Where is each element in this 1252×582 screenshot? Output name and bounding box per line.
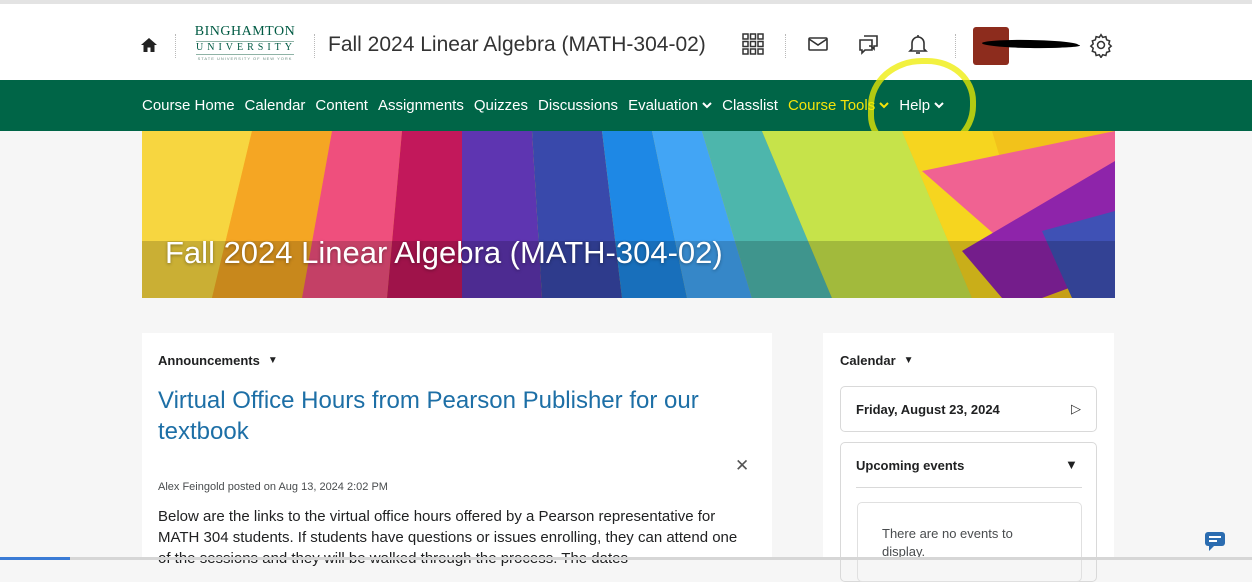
divider bbox=[785, 34, 786, 58]
chevron-down-icon: ▼ bbox=[903, 355, 914, 366]
calendar-widget: Calendar ▼ Friday, August 23, 2024 ▷ Upc… bbox=[823, 333, 1114, 582]
course-banner: Fall 2024 Linear Algebra (MATH-304-02) bbox=[142, 131, 1115, 298]
widget-title-text: Announcements bbox=[158, 353, 260, 368]
nav-item-label: Assignments bbox=[377, 97, 464, 114]
upcoming-events-label: Upcoming events bbox=[856, 458, 965, 473]
nav-item-content[interactable]: Content bbox=[315, 97, 368, 114]
nav-item-course-home[interactable]: Course Home bbox=[142, 97, 235, 114]
nav-item-label: Quizzes bbox=[473, 97, 529, 114]
announcements-widget: Announcements ▼ Virtual Office Hours fro… bbox=[142, 333, 772, 567]
logo-line2: UNIVERSITY bbox=[196, 41, 296, 55]
date-selector[interactable]: Friday, August 23, 2024 ▷ bbox=[840, 386, 1097, 432]
mail-icon[interactable] bbox=[806, 32, 832, 58]
chevron-down-icon: ▼ bbox=[267, 355, 278, 366]
logo-line3: STATE UNIVERSITY OF NEW YORK bbox=[197, 56, 293, 61]
university-logo[interactable]: BINGHAMTON UNIVERSITY STATE UNIVERSITY O… bbox=[190, 24, 300, 66]
nav-item-discussions[interactable]: Discussions bbox=[538, 97, 618, 114]
nav-item-label: Course Tools bbox=[787, 97, 876, 114]
bell-icon[interactable] bbox=[906, 32, 932, 58]
divider bbox=[175, 34, 176, 58]
chat-icon[interactable] bbox=[857, 32, 883, 58]
nav-item-calendar[interactable]: Calendar bbox=[245, 97, 306, 114]
announcement-meta: Alex Feingold posted on Aug 13, 2024 2:0… bbox=[158, 481, 388, 493]
course-title-link[interactable]: Fall 2024 Linear Algebra (MATH-304-02) bbox=[328, 33, 706, 57]
nav-item-classlist[interactable]: Classlist bbox=[722, 97, 778, 114]
divider bbox=[955, 34, 956, 58]
chat-support-icon[interactable] bbox=[1203, 530, 1227, 552]
home-icon[interactable] bbox=[138, 34, 160, 56]
chevron-down-icon bbox=[879, 100, 889, 112]
announcements-widget-title[interactable]: Announcements ▼ bbox=[158, 353, 278, 368]
nav-item-label: Content bbox=[315, 97, 368, 114]
redaction-mark bbox=[1000, 43, 1080, 48]
nav-item-label: Calendar bbox=[244, 97, 306, 114]
logo-line1: BINGHAMTON bbox=[194, 24, 296, 39]
upcoming-events-panel: Upcoming events ▼ There are no events to… bbox=[840, 442, 1097, 582]
course-navbar: Course Home Calendar Content Assignments Qui… bbox=[0, 80, 1252, 131]
empty-events-text: There are no events to display. bbox=[882, 526, 1013, 559]
chevron-down-icon bbox=[702, 100, 712, 112]
gear-icon[interactable] bbox=[1088, 32, 1114, 59]
nav-item-assignments[interactable]: Assignments bbox=[378, 97, 464, 114]
announcement-heading[interactable]: Virtual Office Hours from Pearson Publis… bbox=[158, 385, 748, 447]
nav-item-quizzes[interactable]: Quizzes bbox=[474, 97, 528, 114]
banner-image bbox=[142, 131, 1115, 298]
nav-list: Course Home Calendar Content Assignments Qui… bbox=[142, 80, 954, 131]
widget-title-text: Calendar bbox=[840, 353, 896, 368]
nav-item-label: Course Home bbox=[142, 97, 235, 114]
current-date: Friday, August 23, 2024 bbox=[856, 402, 1000, 417]
divider bbox=[314, 34, 315, 58]
nav-item-course-tools[interactable]: Course Tools bbox=[788, 97, 889, 114]
banner-title: Fall 2024 Linear Algebra (MATH-304-02) bbox=[165, 235, 723, 270]
nav-item-label: Classlist bbox=[722, 97, 778, 114]
nav-item-label: Discussions bbox=[538, 97, 619, 114]
nav-item-label: Help bbox=[899, 97, 931, 114]
top-header: BINGHAMTON UNIVERSITY STATE UNIVERSITY O… bbox=[0, 0, 1252, 80]
nav-item-evaluation[interactable]: Evaluation bbox=[628, 97, 712, 114]
empty-events-box: There are no events to display. bbox=[857, 502, 1082, 582]
nav-item-label: Evaluation bbox=[628, 97, 699, 114]
caret-down-icon[interactable]: ▼ bbox=[1065, 457, 1078, 472]
close-icon[interactable]: ✕ bbox=[735, 456, 749, 476]
nav-item-help[interactable]: Help bbox=[899, 97, 944, 114]
divider bbox=[856, 487, 1082, 488]
next-arrow-icon[interactable]: ▷ bbox=[1071, 401, 1081, 417]
chevron-down-icon bbox=[934, 100, 944, 112]
calendar-widget-title[interactable]: Calendar ▼ bbox=[840, 353, 914, 368]
waffle-icon[interactable] bbox=[741, 32, 767, 58]
